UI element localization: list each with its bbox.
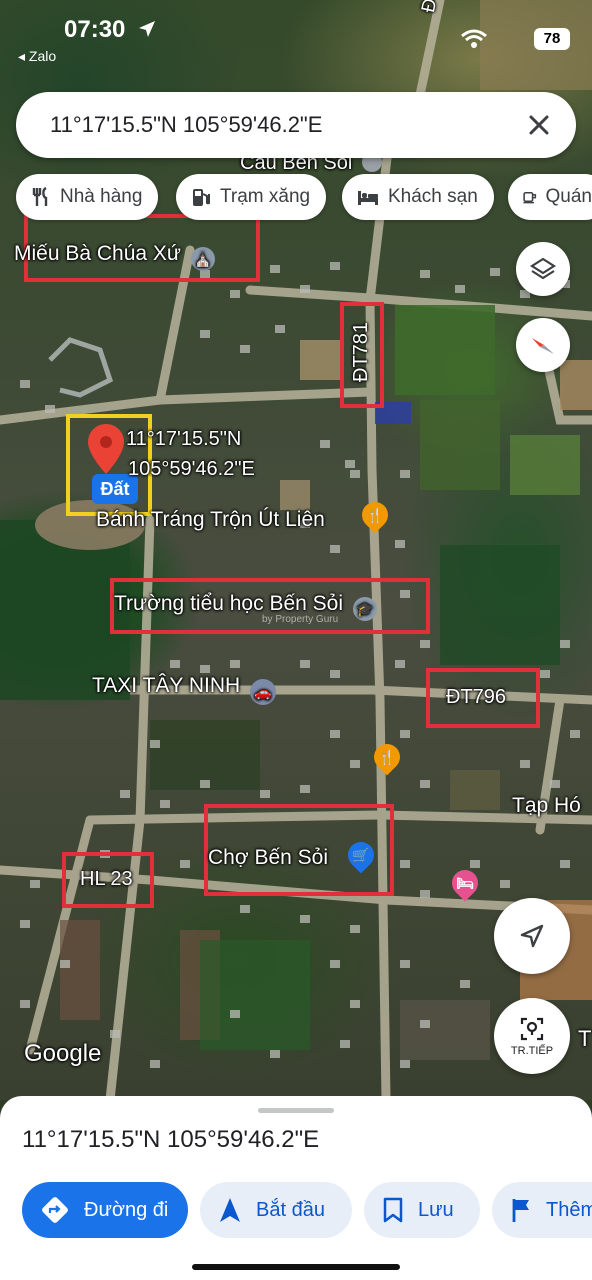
pin-square-icon [520,1017,544,1041]
more-button[interactable]: Thêm [492,1182,592,1238]
chip-label: Quán [545,186,592,207]
flag-icon [512,1199,529,1222]
directions-button[interactable]: Đường đi [22,1182,188,1238]
temple-label-text: Miếu Bà Chúa Xứ [14,242,181,265]
fork-knife-icon [32,186,48,206]
chip-gas-stations[interactable]: Trạm xăng [176,174,327,220]
watermark: by Property Guru [262,614,339,625]
road-label-dt796: ĐT796 [446,686,507,708]
google-logo: Google [24,1040,102,1067]
navigation-arrow-icon [520,924,544,948]
taxi-label-text: TAXI TÂY NINH [92,674,241,697]
chip-cafes[interactable]: Quán [508,174,592,220]
restaurant-label-text: Bánh Tráng Trộn Út Liên [96,508,325,531]
bookmark-icon [383,1197,403,1223]
market-label[interactable]: Chợ Bến Sỏi [208,846,328,870]
my-location-button[interactable] [494,898,570,974]
start-button[interactable]: Bắt đầu [200,1182,352,1238]
bed-icon [358,191,378,205]
pin-longitude-label: 105°59'46.2"E [128,458,255,480]
school-label-text: Trường tiểu học Bến Sỏi [114,592,344,615]
road-label-dt781: ĐT781 [350,321,372,382]
next-button[interactable]: TR.TIẾP [494,998,570,1074]
start-label: Bắt đầu [256,1198,325,1221]
store-label[interactable]: Tạp Hó [512,794,581,818]
layers-icon [529,257,557,280]
navigation-arrow-icon [220,1198,240,1222]
status-bar: 07:30 ◂ Zalo 78 [0,0,592,70]
car-icon: 🚗 [250,679,277,705]
location-pin-icon[interactable] [88,424,124,474]
place-sheet[interactable]: 11°17'15.5"N 105°59'46.2"E Đường đi Bắt … [0,1096,592,1280]
directions-label: Đường đi [84,1198,169,1221]
drag-handle[interactable] [258,1108,334,1113]
temple-label[interactable]: Miếu Bà Chúa Xứ ⛪ [14,242,215,271]
save-button[interactable]: Lưu [364,1182,480,1238]
market-label-text: Chợ Bến Sỏi [208,846,329,869]
gas-pump-icon [193,189,210,206]
save-label: Lưu [418,1198,454,1221]
chip-label: Trạm xăng [220,186,311,207]
taxi-label[interactable]: TAXI TÂY NINH 🚗 [92,674,277,705]
next-button-label: TR.TIẾP [510,1045,554,1057]
compass-icon [532,338,554,354]
chip-hotels[interactable]: Khách sạn [342,174,494,220]
restaurant-label[interactable]: Bánh Tráng Trộn Út Liên [96,508,325,532]
place-title: 11°17'15.5"N 105°59'46.2"E [22,1126,320,1153]
school-icon: 🎓 [352,597,377,621]
back-to-app-link[interactable]: ◂ Zalo [18,48,56,65]
battery-indicator: 78 [534,28,570,50]
search-bar[interactable]: 11°17'15.5"N 105°59'46.2"E [16,92,576,158]
cup-icon [523,191,537,204]
close-icon[interactable] [520,106,558,144]
edge-letter-label: T [578,1026,592,1051]
chip-label: Khách sạn [388,186,478,207]
layers-button[interactable] [516,242,570,296]
clock: 07:30 [64,16,126,43]
chip-label: Nhà hàng [60,186,143,207]
home-indicator[interactable] [192,1264,400,1270]
road-label-hl23: HL 23 [80,868,133,890]
directions-icon [42,1197,68,1223]
more-label: Thêm [546,1198,592,1221]
location-arrow-icon [139,21,155,37]
search-input[interactable]: 11°17'15.5"N 105°59'46.2"E [50,112,322,138]
chip-restaurants[interactable]: Nhà hàng [16,174,159,220]
pin-latitude-label: 11°17'15.5"N [126,428,242,450]
compass-button[interactable] [516,318,570,372]
temple-icon: ⛪ [190,247,215,271]
wifi-icon [461,29,487,48]
